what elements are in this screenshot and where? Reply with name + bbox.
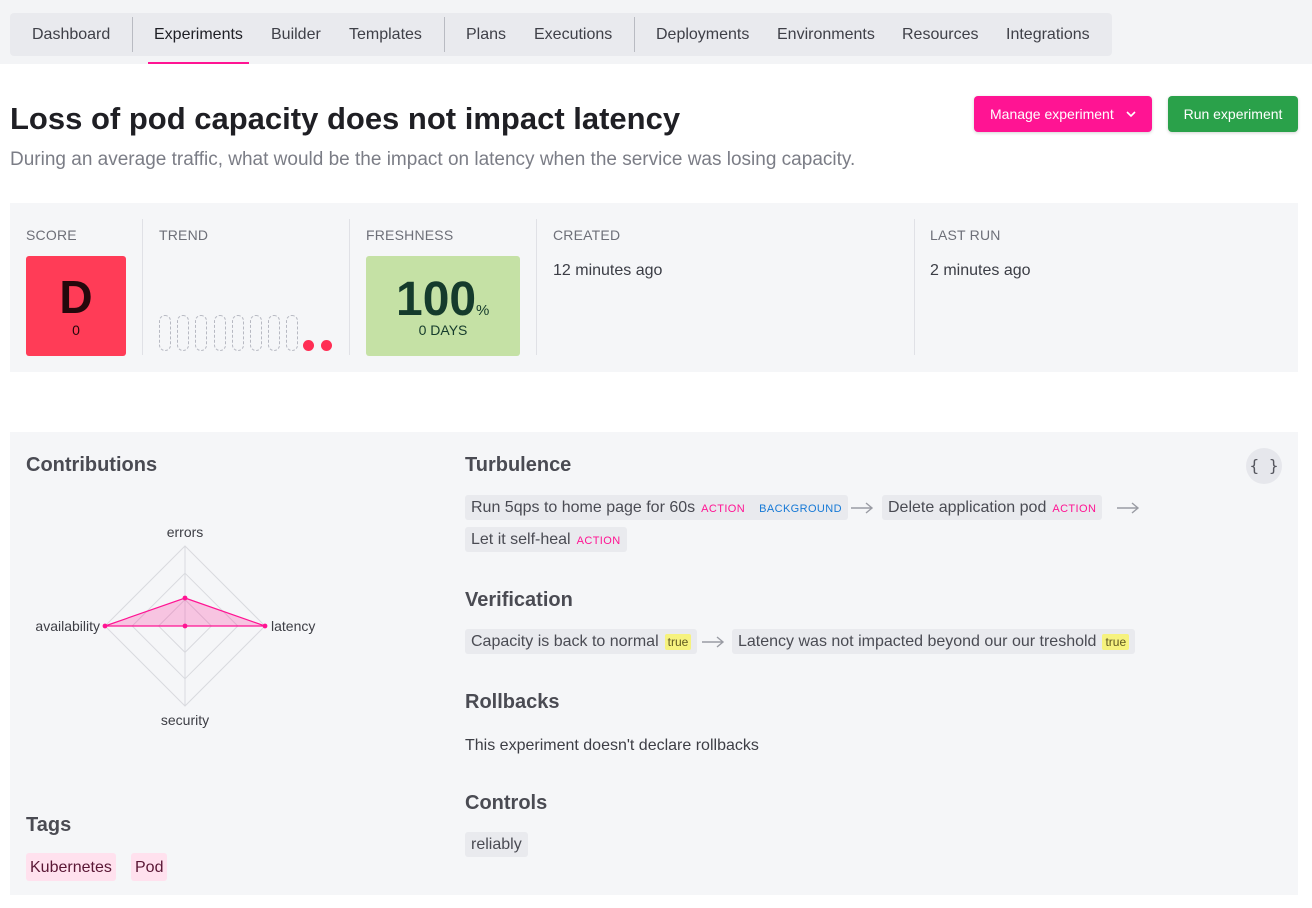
turbulence-step[interactable]: Let it self-heal ACTION [465,527,627,552]
freshness-days: 0 DAYS [418,322,468,338]
trend-failed-run-dot[interactable] [303,340,314,351]
tags-title: Tags [26,814,72,836]
trend-empty-slot [159,315,171,351]
trend-label: TREND [159,227,209,243]
freshness-value: 100 [396,273,477,326]
experiment-stats-panel: SCORE D 0 TREND FRESHNESS 100 % 0 DAYS C… [10,203,1298,372]
manage-experiment-label: Manage experiment [990,106,1114,122]
action-badge: ACTION [576,535,621,547]
nav-divider [444,17,445,52]
verification-step[interactable]: Latency was not impacted beyond our our … [732,629,1136,654]
trend-empty-slot [213,315,226,351]
action-badge: ACTION [1052,503,1097,515]
score-grade: D [59,271,93,323]
radar-axis-label: security [161,712,209,728]
arrow-right-icon [1117,502,1140,514]
top-navigation-bar: Dashboard Experiments Builder Templates … [0,0,1312,64]
radar-axis-label: availability [35,618,100,634]
nav-builder[interactable]: Builder [271,13,321,56]
controls-title: Controls [465,792,548,814]
active-tab-indicator [148,62,249,64]
stat-divider [349,219,350,355]
step-label: Delete application pod [888,499,1047,516]
control-item[interactable]: reliably [465,832,528,857]
stat-divider [536,219,537,355]
contributions-radar-chart: errors latency security availability [35,524,315,728]
nav-divider [634,17,635,52]
nav-environments[interactable]: Environments [777,13,875,56]
tag-kubernetes[interactable]: Kubernetes [26,853,116,881]
freshness-label: FRESHNESS [366,227,454,243]
stat-divider [914,219,915,355]
created-value: 12 minutes ago [553,262,663,279]
radar-value-point [182,595,188,601]
verification-step[interactable]: Capacity is back to normal true [465,629,698,654]
radar-axis-label: errors [167,524,204,540]
step-label: Run 5qps to home page for 60s [471,499,696,516]
created-label: CREATED [553,227,621,243]
freshness-unit: % [476,302,490,319]
radar-value-point [102,623,108,629]
trend-empty-slot [286,315,299,351]
experiment-description: During an average traffic, what would be… [10,149,856,170]
turbulence-step[interactable]: Run 5qps to home page for 60s ACTION BACKG… [465,495,848,520]
nav-resources[interactable]: Resources [902,13,978,56]
trend-empty-slot [250,315,262,351]
tag-pod[interactable]: Pod [131,853,168,881]
nav-integrations[interactable]: Integrations [1006,13,1090,56]
stat-divider [142,219,143,355]
arrow-right-icon [851,502,874,514]
experiment-title: Loss of pod capacity does not impact lat… [10,101,681,136]
radar-axis-label: latency [271,618,315,634]
radar-value-point [262,623,268,629]
freshness-badge: 100 % 0 DAYS [366,256,520,356]
last-run-value: 2 minutes ago [930,262,1031,279]
contributions-title: Contributions [26,454,158,476]
true-badge: true [1102,634,1130,650]
main-nav: Dashboard Experiments Builder Templates … [10,13,1112,64]
nav-deployments[interactable]: Deployments [656,13,749,56]
nav-plans[interactable]: Plans [466,13,506,56]
step-label: Let it self-heal [471,531,571,548]
chevron-down-icon [1126,111,1136,118]
nav-dashboard[interactable]: Dashboard [32,13,110,56]
arrow-right-icon [702,636,725,648]
trend-empty-slot [231,315,244,351]
rollbacks-empty-text: This experiment doesn't declare rollback… [465,737,759,754]
last-run-label: LAST RUN [930,227,1001,243]
action-badge: ACTION [701,503,746,515]
trend-failed-run-dot[interactable] [321,340,332,351]
score-badge: D 0 [26,256,126,356]
trend-empty-slot [268,315,281,351]
turbulence-step[interactable]: Delete application pod ACTION [882,495,1103,520]
rollbacks-title: Rollbacks [465,691,560,713]
view-json-button[interactable]: { } [1246,448,1282,484]
true-badge: true [664,634,692,650]
score-value: 0 [72,322,80,338]
turbulence-title: Turbulence [465,454,572,476]
score-label: SCORE [26,227,77,243]
nav-divider [132,17,133,52]
step-label: Latency was not impacted beyond our our … [738,633,1097,650]
trend-empty-slot [195,315,208,351]
background-badge: BACKGROUND [759,503,842,515]
nav-experiments[interactable]: Experiments [154,13,243,56]
run-experiment-button[interactable]: Run experiment [1168,96,1298,132]
step-label: Capacity is back to normal [471,633,659,650]
radar-value-point [182,623,188,629]
manage-experiment-button[interactable]: Manage experiment [974,96,1152,132]
trend-empty-slot [177,315,190,351]
nav-executions[interactable]: Executions [534,13,612,56]
nav-templates[interactable]: Templates [349,13,422,56]
verification-title: Verification [465,589,573,611]
